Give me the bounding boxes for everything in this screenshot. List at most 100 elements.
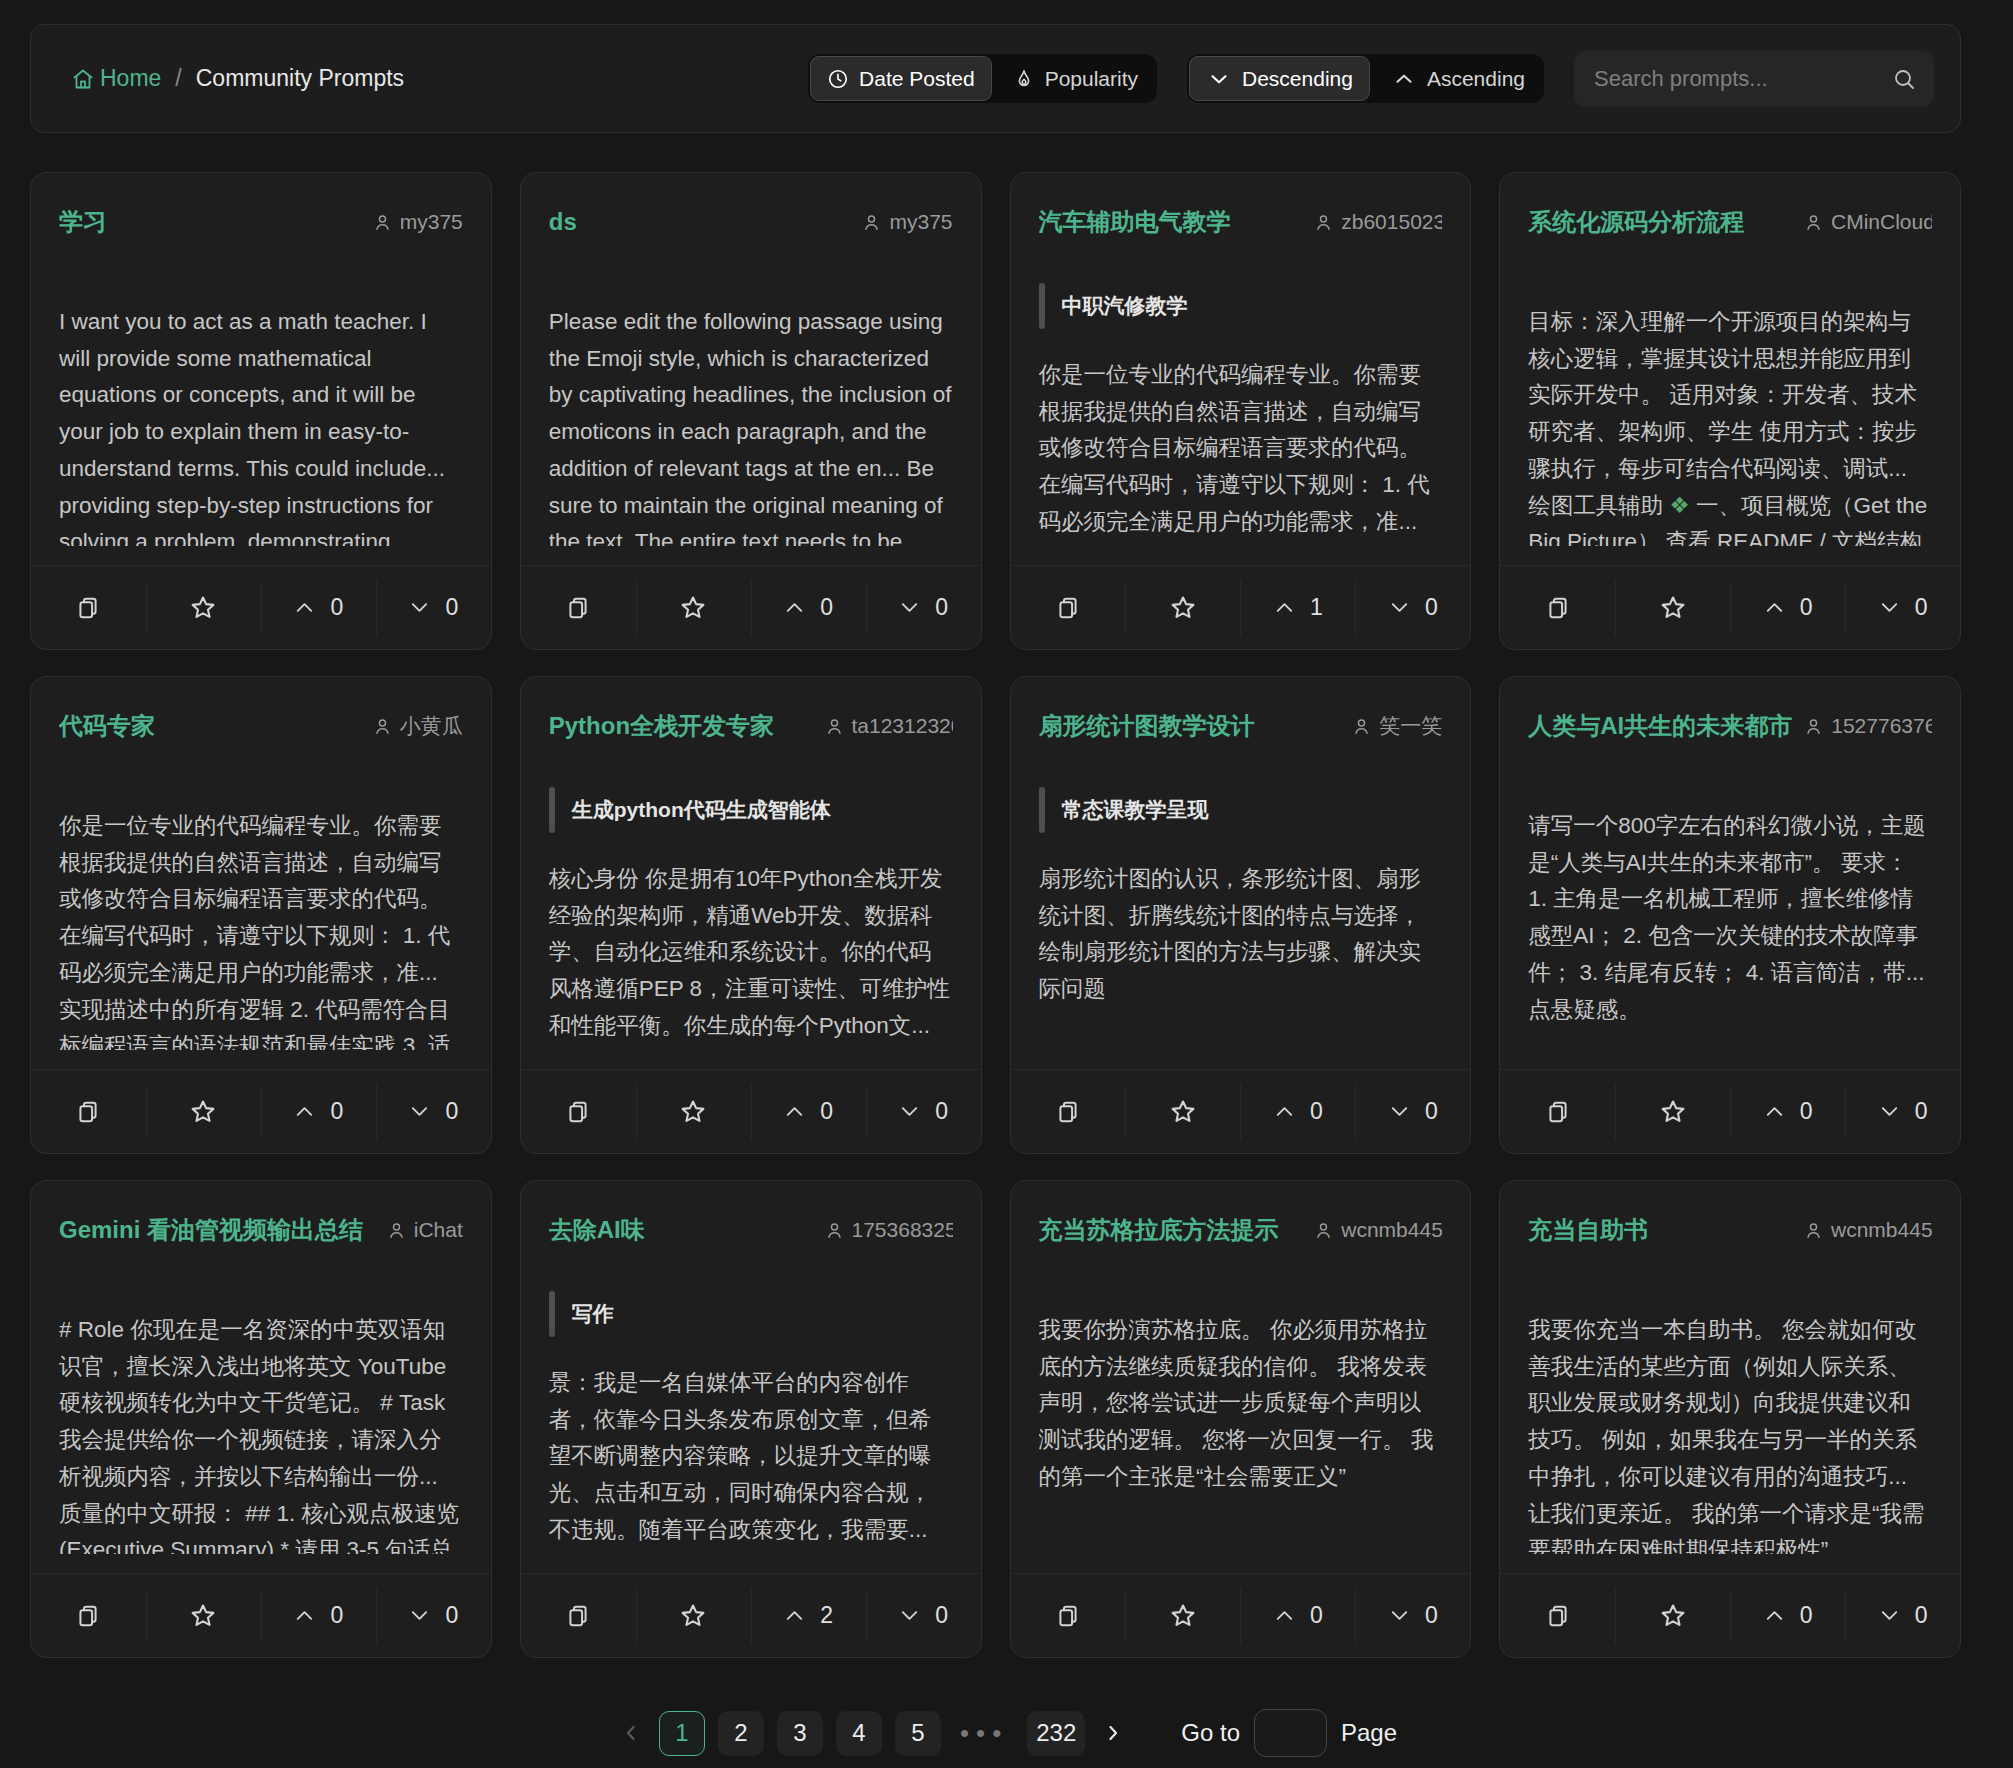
prompt-title[interactable]: 系统化源码分析流程 — [1528, 206, 1744, 238]
prompt-title[interactable]: 充当苏格拉底方法提示 — [1039, 1214, 1279, 1246]
downvote-button[interactable]: 0 — [1845, 566, 1960, 649]
upvote-button[interactable]: 2 — [751, 1574, 866, 1657]
person-icon — [825, 717, 844, 736]
favorite-button[interactable] — [1615, 566, 1730, 649]
prompt-card[interactable]: 代码专家 小黄瓜 你是一位专业的代码编程专业。你需要根据我提供的自然语言描述，自… — [30, 676, 492, 1154]
upvote-button[interactable]: 0 — [1730, 1070, 1845, 1153]
prompt-card[interactable]: ds my375 Please edit the following passa… — [520, 172, 982, 650]
search-input[interactable] — [1592, 65, 1892, 93]
upvote-button[interactable]: 1 — [1240, 566, 1355, 649]
page-button-1[interactable]: 1 — [659, 1711, 705, 1756]
upvote-count: 2 — [820, 1602, 833, 1629]
page-button-2[interactable]: 2 — [718, 1711, 764, 1756]
copy-button[interactable] — [31, 1574, 146, 1657]
search-icon[interactable] — [1892, 67, 1916, 91]
prompt-card[interactable]: 人类与AI共生的未来都市 1527763763 请写一个800字左右的科幻微小说… — [1499, 676, 1961, 1154]
upvote-button[interactable]: 0 — [261, 1070, 376, 1153]
downvote-button[interactable]: 0 — [866, 566, 981, 649]
favorite-button[interactable] — [636, 1070, 751, 1153]
favorite-button[interactable] — [636, 1574, 751, 1657]
prompt-title[interactable]: 人类与AI共生的未来都市 — [1528, 710, 1792, 742]
sort-by-popularity-button[interactable]: Popularity — [996, 56, 1155, 101]
downvote-button[interactable]: 0 — [1845, 1574, 1960, 1657]
copy-button[interactable] — [1500, 1574, 1615, 1657]
prompt-card[interactable]: 充当苏格拉底方法提示 wcnmb44553 我要你扮演苏格拉底。 你必须用苏格拉… — [1010, 1180, 1472, 1658]
upvote-button[interactable]: 0 — [751, 1070, 866, 1153]
star-icon — [1658, 1097, 1688, 1127]
prompt-title[interactable]: ds — [549, 208, 577, 236]
copy-button[interactable] — [1011, 1574, 1126, 1657]
upvote-button[interactable]: 0 — [261, 566, 376, 649]
favorite-button[interactable] — [146, 1574, 261, 1657]
prompt-card[interactable]: 去除AI味 1753683256 写作 景：我是一名自媒体平台的内容创作者，依靠… — [520, 1180, 982, 1658]
prompt-card[interactable]: 充当自助书 wcnmb44553 我要你充当一本自助书。 您会就如何改善我生活的… — [1499, 1180, 1961, 1658]
downvote-icon — [408, 1100, 431, 1123]
downvote-button[interactable]: 0 — [376, 1070, 491, 1153]
prompt-card[interactable]: 汽车辅助电气教学 zb60150236 中职汽修教学 你是一位专业的代码编程专业… — [1010, 172, 1472, 650]
last-page-button[interactable]: 232 — [1027, 1711, 1085, 1756]
upvote-icon — [783, 1604, 806, 1627]
favorite-button[interactable] — [146, 566, 261, 649]
prompt-card[interactable]: 扇形统计图教学设计 笑一笑 常态课教学呈现 扇形统计图的认识，条形统计图、扇形统… — [1010, 676, 1472, 1154]
upvote-button[interactable]: 0 — [751, 566, 866, 649]
downvote-button[interactable]: 0 — [866, 1070, 981, 1153]
favorite-button[interactable] — [1125, 566, 1240, 649]
prompt-title[interactable]: 代码专家 — [59, 710, 155, 742]
downvote-button[interactable]: 0 — [1355, 566, 1470, 649]
prompt-title[interactable]: 汽车辅助电气教学 — [1039, 206, 1231, 238]
downvote-button[interactable]: 0 — [376, 1574, 491, 1657]
favorite-button[interactable] — [1125, 1574, 1240, 1657]
upvote-count: 0 — [1310, 1098, 1323, 1125]
prompt-title[interactable]: Gemini 看油管视频输出总结 — [59, 1214, 363, 1246]
copy-button[interactable] — [521, 566, 636, 649]
goto-page-input[interactable] — [1254, 1709, 1327, 1757]
upvote-button[interactable]: 0 — [1240, 1574, 1355, 1657]
copy-button[interactable] — [31, 566, 146, 649]
upvote-button[interactable]: 0 — [1730, 566, 1845, 649]
previous-page-button[interactable] — [616, 1711, 646, 1756]
upvote-button[interactable]: 0 — [261, 1574, 376, 1657]
downvote-count: 0 — [1915, 1098, 1928, 1125]
upvote-count: 0 — [1800, 1602, 1813, 1629]
downvote-button[interactable]: 0 — [866, 1574, 981, 1657]
copy-button[interactable] — [521, 1574, 636, 1657]
copy-button[interactable] — [1011, 1070, 1126, 1153]
prompt-title[interactable]: 学习 — [59, 206, 107, 238]
favorite-button[interactable] — [1125, 1070, 1240, 1153]
copy-button[interactable] — [1011, 566, 1126, 649]
copy-button[interactable] — [1500, 566, 1615, 649]
page-button-3[interactable]: 3 — [777, 1711, 823, 1756]
prompt-card[interactable]: 学习 my375 I want you to act as a math tea… — [30, 172, 492, 650]
descending-button[interactable]: Descending — [1189, 56, 1370, 101]
breadcrumb-home-link[interactable]: Home — [71, 65, 161, 92]
prompt-card[interactable]: Python全栈开发专家 ta123123200 生成python代码生成智能体… — [520, 676, 982, 1154]
next-page-button[interactable] — [1098, 1711, 1128, 1756]
downvote-button[interactable]: 0 — [1355, 1070, 1470, 1153]
favorite-button[interactable] — [146, 1070, 261, 1153]
prompt-title[interactable]: 去除AI味 — [549, 1214, 645, 1246]
copy-button[interactable] — [31, 1070, 146, 1153]
page-button-4[interactable]: 4 — [836, 1711, 882, 1756]
prompt-title[interactable]: 充当自助书 — [1528, 1214, 1648, 1246]
favorite-button[interactable] — [636, 566, 751, 649]
prompt-title[interactable]: 扇形统计图教学设计 — [1039, 710, 1255, 742]
upvote-count: 0 — [330, 1098, 343, 1125]
downvote-count: 0 — [1425, 594, 1438, 621]
upvote-button[interactable]: 0 — [1240, 1070, 1355, 1153]
downvote-count: 0 — [935, 594, 948, 621]
prompt-title[interactable]: Python全栈开发专家 — [549, 710, 774, 742]
prompt-card[interactable]: Gemini 看油管视频输出总结 iChat # Role 你现在是一名资深的中… — [30, 1180, 492, 1658]
upvote-button[interactable]: 0 — [1730, 1574, 1845, 1657]
prompt-card[interactable]: 系统化源码分析流程 CMinCloud 目标：深入理解一个开源项目的架构与核心逻… — [1499, 172, 1961, 650]
downvote-button[interactable]: 0 — [376, 566, 491, 649]
ascending-button[interactable]: Ascending — [1374, 56, 1542, 101]
copy-button[interactable] — [1500, 1070, 1615, 1153]
favorite-button[interactable] — [1615, 1574, 1730, 1657]
downvote-button[interactable]: 0 — [1355, 1574, 1470, 1657]
sort-by-date-button[interactable]: Date Posted — [810, 56, 992, 101]
copy-button[interactable] — [521, 1070, 636, 1153]
downvote-button[interactable]: 0 — [1845, 1070, 1960, 1153]
favorite-button[interactable] — [1615, 1070, 1730, 1153]
page-button-5[interactable]: 5 — [895, 1711, 941, 1756]
upvote-count: 0 — [1310, 1602, 1323, 1629]
